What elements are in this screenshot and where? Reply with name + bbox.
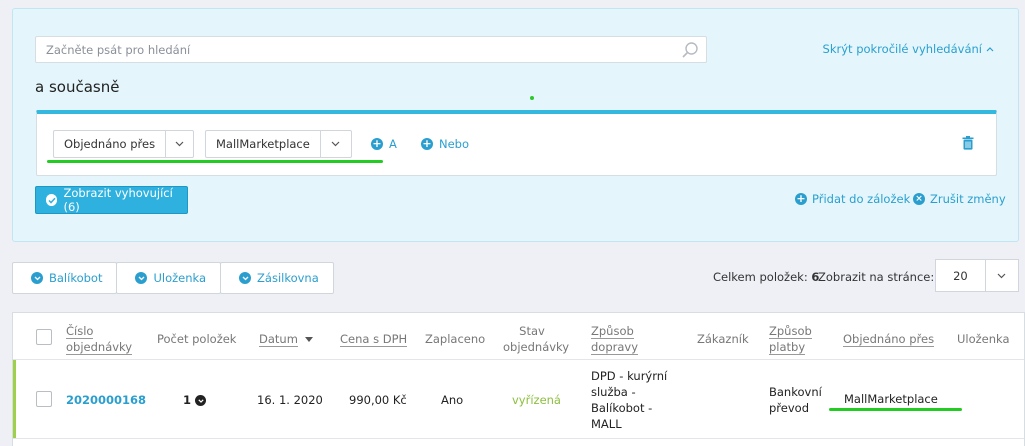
orders-table: Číslo objednávky Počet položek Datum Cena… xyxy=(12,312,1025,446)
row-divider xyxy=(13,438,1024,439)
header-order-number[interactable]: Číslo objednávky xyxy=(66,323,133,355)
sort-desc-icon xyxy=(304,337,313,342)
chevron-down-icon xyxy=(135,272,148,284)
check-circle-icon xyxy=(46,194,58,206)
total-items: Celkem položek: 6 xyxy=(713,270,819,284)
tab-ulozenka[interactable]: Uloženka xyxy=(116,262,222,294)
item-count[interactable]: 1 xyxy=(183,392,207,408)
per-page-label: Zobrazit na stránce: xyxy=(818,270,935,284)
header-ulozenka: Uloženka xyxy=(957,332,1010,346)
highlight-underline xyxy=(47,160,383,163)
header-date[interactable]: Datum xyxy=(259,331,313,347)
add-and-label: A xyxy=(389,137,397,151)
total-label: Celkem položek: xyxy=(713,270,808,284)
header-price[interactable]: Cena s DPH xyxy=(340,331,408,347)
condition-field-select[interactable]: Objednáno přes xyxy=(53,130,194,158)
payment-method: Bankovní převod xyxy=(769,385,822,415)
condition-value-select[interactable]: MallMarketplace xyxy=(205,130,352,158)
item-count-value: 1 xyxy=(183,393,192,407)
header-customer: Zákazník xyxy=(697,332,749,346)
order-date: 16. 1. 2020 xyxy=(257,393,323,407)
add-bookmark-label: Přidat do záložek xyxy=(812,192,911,206)
select-all-checkbox[interactable] xyxy=(36,329,52,345)
chevron-down-icon xyxy=(31,272,43,284)
condition-group-title: a současně xyxy=(35,78,120,96)
tab-zasilkovna[interactable]: Zásilkovna xyxy=(220,262,334,294)
chevron-down-icon xyxy=(165,131,193,157)
plus-circle-icon: + xyxy=(371,137,383,150)
add-and-condition-button[interactable]: + A xyxy=(371,137,397,151)
cancel-changes-link[interactable]: × Zrušit změny xyxy=(913,192,1006,206)
show-matching-label: Zobrazit vyhovující (6) xyxy=(63,186,173,214)
show-matching-button[interactable]: Zobrazit vyhovující (6) xyxy=(35,186,188,214)
highlight-underline xyxy=(829,408,962,411)
plus-circle-icon: + xyxy=(421,137,433,150)
row-checkbox[interactable] xyxy=(36,391,52,407)
order-paid: Ano xyxy=(441,393,464,407)
chevron-down-icon xyxy=(239,272,252,284)
header-paid: Zaplaceno xyxy=(425,332,486,346)
header-shipping[interactable]: Způsob dopravy xyxy=(591,323,639,355)
chevron-down-circle-icon[interactable] xyxy=(195,395,207,406)
add-or-label: Nebo xyxy=(439,137,470,151)
export-buttons: Balíkobot Uloženka Zásilkovna xyxy=(12,262,334,294)
trash-icon[interactable] xyxy=(962,136,974,150)
order-price: 990,00 Kč xyxy=(349,393,407,407)
add-or-condition-button[interactable]: + Nebo xyxy=(421,137,469,151)
close-circle-icon: × xyxy=(913,193,925,205)
ordered-via: MallMarketplace xyxy=(844,392,938,406)
advanced-toggle-label: Skrýt pokročilé vyhledávání xyxy=(822,42,982,56)
header-payment[interactable]: Způsob platby xyxy=(769,323,812,355)
green-marker-dot xyxy=(530,96,534,100)
header-status: Stav objednávky xyxy=(503,324,570,354)
search-icon[interactable] xyxy=(681,41,699,59)
plus-circle-icon: + xyxy=(795,192,807,205)
header-item-count: Počet položek xyxy=(157,332,237,346)
hide-advanced-search-link[interactable]: Skrýt pokročilé vyhledávání xyxy=(823,42,994,56)
cancel-changes-label: Zrušit změny xyxy=(930,192,1006,206)
tab-label: Balíkobot xyxy=(49,271,103,285)
order-status: vyřízená xyxy=(512,393,561,407)
condition-field-value: Objednáno přes xyxy=(64,137,156,151)
search-input[interactable] xyxy=(35,36,707,63)
per-page-select[interactable]: 20 xyxy=(935,259,1019,292)
chevron-down-icon xyxy=(984,260,1018,291)
tab-balikobot[interactable]: Balíkobot xyxy=(12,262,118,294)
tab-label: Zásilkovna xyxy=(257,271,319,285)
shipping-method: DPD - kurýrní služba - Balíkobot - MALL xyxy=(591,369,668,431)
add-to-bookmarks-link[interactable]: + Přidat do záložek xyxy=(795,192,910,206)
chevron-up-icon xyxy=(986,47,994,52)
chevron-down-icon xyxy=(319,131,351,157)
per-page-value: 20 xyxy=(953,268,968,283)
condition-box: Objednáno přes MallMarketplace + A + Neb… xyxy=(36,110,997,176)
order-number-link[interactable]: 2020000168 xyxy=(66,392,146,408)
table-row: 2020000168 1 16. 1. 2020 990,00 Kč Ano v… xyxy=(13,360,1024,439)
advanced-search-panel: Skrýt pokročilé vyhledávání a současně O… xyxy=(12,8,1019,242)
condition-value-text: MallMarketplace xyxy=(216,137,310,151)
tab-label: Uloženka xyxy=(153,271,207,285)
header-ordered-via[interactable]: Objednáno přes xyxy=(843,331,935,347)
